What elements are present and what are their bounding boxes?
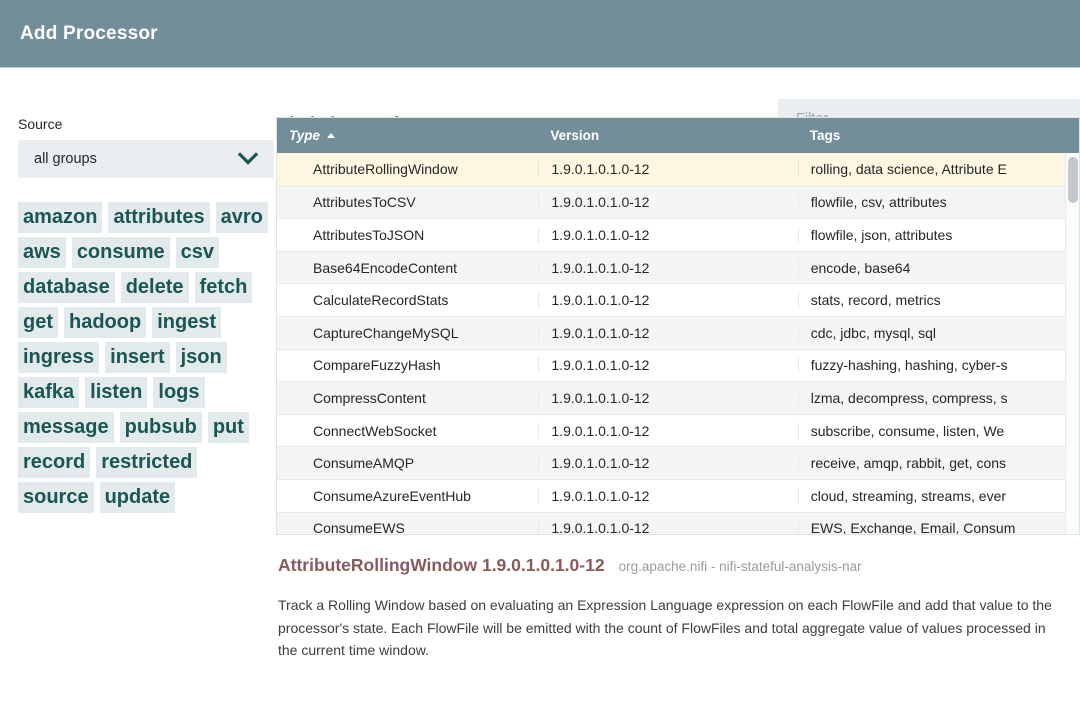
column-header-type[interactable]: Type bbox=[277, 128, 538, 143]
table-row[interactable]: ConsumeAzureEventHub 1.9.0.1.0.1.0-12 clou… bbox=[277, 478, 1079, 512]
tag-chip[interactable]: kafka bbox=[18, 377, 80, 408]
processor-tags-cell: cdc, jdbc, mysql, sql bbox=[797, 324, 1079, 341]
processor-type-cell: ConsumeAMQP bbox=[313, 455, 415, 472]
processor-version-cell: 1.9.0.1.0.1.0-12 bbox=[538, 194, 797, 211]
tag-chip[interactable]: avro bbox=[215, 202, 268, 233]
tag-chip[interactable]: restricted bbox=[96, 447, 198, 478]
source-label: Source bbox=[18, 116, 63, 132]
tag-chip[interactable]: update bbox=[99, 482, 176, 513]
chevron-down-icon bbox=[238, 152, 258, 166]
processor-version-cell: 1.9.0.1.0.1.0-12 bbox=[538, 292, 797, 309]
table-row[interactable]: Base64EncodeContent 1.9.0.1.0.1.0-12 encod… bbox=[277, 250, 1079, 284]
page-title: Add Processor bbox=[20, 22, 158, 44]
table-row[interactable]: ConnectWebSocket 1.9.0.1.0.1.0-12 subscrib… bbox=[277, 413, 1079, 447]
processor-detail-description: Track a Rolling Window based on evaluati… bbox=[278, 597, 1052, 659]
table-row[interactable]: CompressContent 1.9.0.1.0.1.0-12 lzma, dec… bbox=[277, 381, 1079, 414]
table-row[interactable]: CompareFuzzyHash 1.9.0.1.0.1.0-12 fuzzy-ha… bbox=[277, 348, 1079, 382]
processor-tags-cell: stats, record, metrics bbox=[797, 292, 1079, 309]
tag-chip[interactable]: pubsub bbox=[119, 412, 202, 443]
processor-tags-cell: fuzzy-hashing, hashing, cyber-s bbox=[797, 357, 1079, 374]
processor-tags-cell: flowfile, csv, attributes bbox=[797, 194, 1079, 211]
table-row[interactable]: ConsumeEWS 1.9.0.1.0.1.0-12 EWS, Exchange,… bbox=[277, 511, 1079, 534]
tag-chip[interactable]: amazon bbox=[18, 202, 103, 233]
column-header-version[interactable]: Version bbox=[538, 128, 797, 143]
sort-ascending-icon bbox=[327, 133, 336, 138]
processor-tags-cell: lzma, decompress, compress, s bbox=[797, 389, 1079, 406]
tag-chip[interactable]: record bbox=[18, 447, 91, 478]
processor-type-cell: CaptureChangeMySQL bbox=[313, 324, 459, 341]
tag-chip[interactable]: message bbox=[18, 412, 114, 443]
processor-detail-section: AttributeRollingWindow 1.9.0.1.0.1.0-12 … bbox=[278, 555, 1078, 662]
processor-detail-name: AttributeRollingWindow 1.9.0.1.0.1.0-12 bbox=[278, 555, 605, 575]
processor-version-cell: 1.9.0.1.0.1.0-12 bbox=[538, 324, 797, 341]
processor-tags-cell: subscribe, consume, listen, We bbox=[797, 422, 1079, 439]
tag-chip[interactable]: insert bbox=[105, 342, 170, 373]
processor-tags-cell: encode, base64 bbox=[797, 259, 1079, 276]
processor-version-cell: 1.9.0.1.0.1.0-12 bbox=[538, 161, 797, 178]
tag-chip[interactable]: aws bbox=[18, 237, 66, 268]
processor-version-cell: 1.9.0.1.0.1.0-12 bbox=[538, 455, 797, 472]
tag-chip[interactable]: database bbox=[18, 272, 115, 303]
tag-chip[interactable]: listen bbox=[85, 377, 148, 408]
processor-version-cell: 1.9.0.1.0.1.0-12 bbox=[538, 422, 797, 439]
processor-type-cell: AttributesToJSON bbox=[313, 226, 425, 243]
tag-chip[interactable]: source bbox=[18, 482, 94, 513]
processor-type-cell: AttributeRollingWindow bbox=[313, 161, 458, 178]
source-filter-pane: Source all groups amazon attributes avro aw… bbox=[0, 68, 274, 516]
tag-chip[interactable]: fetch bbox=[194, 272, 253, 303]
processor-table: Type Version Tags AttributeRollingWindow… bbox=[276, 117, 1080, 535]
table-scrollbar-thumb[interactable] bbox=[1068, 157, 1078, 203]
table-scrollbar[interactable] bbox=[1065, 153, 1079, 534]
processor-type-cell: CalculateRecordStats bbox=[313, 292, 449, 309]
processor-version-cell: 1.9.0.1.0.1.0-12 bbox=[538, 226, 797, 243]
processor-tags-cell: flowfile, json, attributes bbox=[797, 226, 1079, 243]
tag-chip[interactable]: csv bbox=[175, 237, 219, 268]
dialog-body: Source all groups amazon attributes avro aw… bbox=[0, 68, 1080, 724]
processor-detail-heading: AttributeRollingWindow 1.9.0.1.0.1.0-12 … bbox=[278, 555, 1078, 576]
processor-detail-coordinates: org.apache.nifi - nifi-stateful-analysis… bbox=[618, 559, 862, 574]
processor-version-cell: 1.9.0.1.0.1.0-12 bbox=[538, 357, 797, 374]
processor-type-cell: Base64EncodeContent bbox=[313, 259, 457, 276]
processor-type-cell: AttributesToCSV bbox=[313, 194, 416, 211]
tag-chip[interactable]: logs bbox=[153, 377, 205, 408]
processor-type-cell: ConsumeAzureEventHub bbox=[313, 487, 471, 504]
tag-chip[interactable]: consume bbox=[71, 237, 170, 268]
processor-tags-cell: EWS, Exchange, Email, Consum bbox=[797, 520, 1079, 534]
processor-list-pane: Displaying 293 of 293 Type Version Tags … bbox=[276, 68, 1080, 724]
dialog-header: Add Processor bbox=[0, 0, 1080, 68]
table-header-row: Type Version Tags bbox=[277, 118, 1079, 153]
tag-cloud: amazon attributes avro aws consume csv databas… bbox=[18, 202, 280, 516]
processor-tags-cell: rolling, data science, Attribute E bbox=[797, 161, 1079, 178]
processor-type-cell: CompareFuzzyHash bbox=[313, 357, 441, 374]
tag-chip[interactable]: delete bbox=[120, 272, 189, 303]
tag-chip[interactable]: put bbox=[207, 412, 249, 443]
processor-version-cell: 1.9.0.1.0.1.0-12 bbox=[538, 520, 797, 534]
processor-version-cell: 1.9.0.1.0.1.0-12 bbox=[538, 389, 797, 406]
column-header-type-label: Type bbox=[289, 128, 321, 143]
processor-type-cell: ConsumeEWS bbox=[313, 520, 405, 534]
source-group-select-value: all groups bbox=[34, 151, 97, 167]
table-row[interactable]: CaptureChangeMySQL 1.9.0.1.0.1.0-12 cdc, j… bbox=[277, 315, 1079, 349]
tag-chip[interactable]: ingest bbox=[152, 307, 222, 338]
table-row[interactable]: CalculateRecordStats 1.9.0.1.0.1.0-12 stat… bbox=[277, 283, 1079, 316]
processor-tags-cell: receive, amqp, rabbit, get, cons bbox=[797, 455, 1079, 472]
table-row[interactable]: AttributesToJSON 1.9.0.1.0.1.0-12 flowfile… bbox=[277, 218, 1079, 251]
tag-chip[interactable]: hadoop bbox=[64, 307, 147, 338]
table-row[interactable]: AttributesToCSV 1.9.0.1.0.1.0-12 flowfile,… bbox=[277, 185, 1079, 219]
processor-tags-cell: cloud, streaming, streams, ever bbox=[797, 487, 1079, 504]
table-row[interactable]: AttributeRollingWindow 1.9.0.1.0.1.0-12 ro… bbox=[277, 153, 1079, 186]
processor-type-cell: ConnectWebSocket bbox=[313, 422, 437, 439]
source-group-select[interactable]: all groups bbox=[18, 140, 274, 178]
tag-chip[interactable]: attributes bbox=[108, 202, 210, 233]
table-row[interactable]: ConsumeAMQP 1.9.0.1.0.1.0-12 receive, amqp… bbox=[277, 446, 1079, 479]
processor-type-cell: CompressContent bbox=[313, 389, 426, 406]
tag-chip[interactable]: ingress bbox=[18, 342, 100, 373]
table-body: AttributeRollingWindow 1.9.0.1.0.1.0-12 ro… bbox=[277, 153, 1079, 534]
column-header-tags[interactable]: Tags bbox=[798, 128, 1079, 143]
tag-chip[interactable]: get bbox=[18, 307, 58, 338]
processor-version-cell: 1.9.0.1.0.1.0-12 bbox=[538, 487, 797, 504]
tag-chip[interactable]: json bbox=[175, 342, 227, 373]
processor-version-cell: 1.9.0.1.0.1.0-12 bbox=[538, 259, 797, 276]
